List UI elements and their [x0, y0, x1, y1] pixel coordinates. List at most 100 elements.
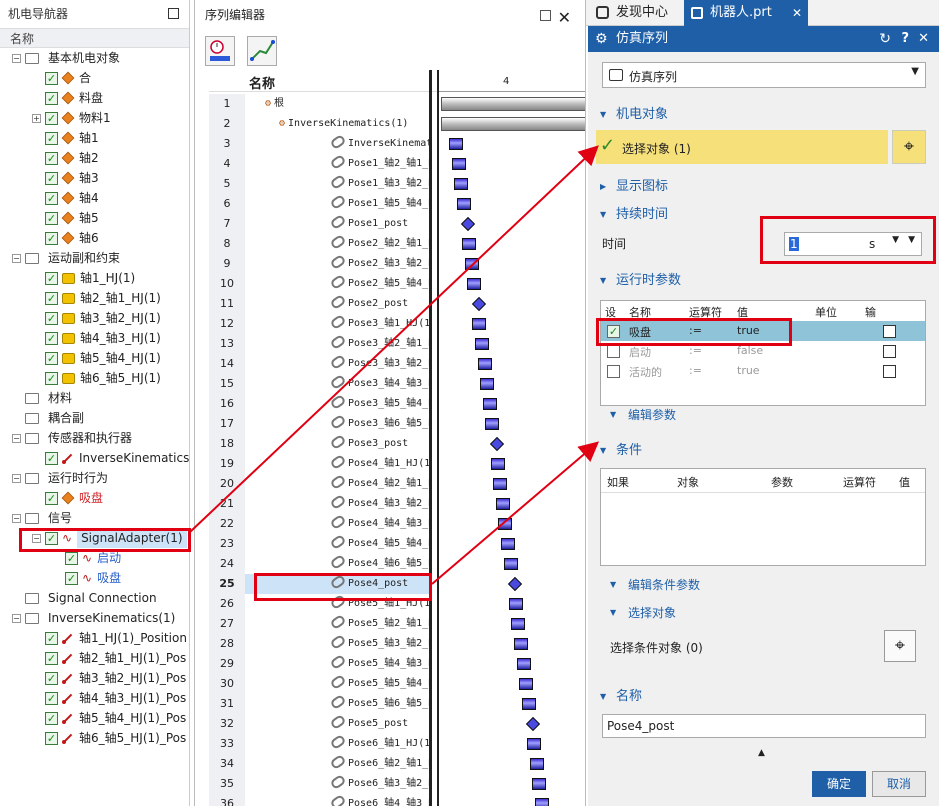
tree-item[interactable]: ✓ 轴2_轴1_HJ(1)_Pos	[0, 648, 189, 668]
tree-item[interactable]: + ✓ 物料1	[0, 108, 189, 128]
sequence-row[interactable]: Pose5_轴6_轴5_HJ(1)	[245, 694, 429, 714]
curve-view-button[interactable]	[247, 36, 277, 66]
checkbox[interactable]: ✓	[45, 651, 58, 665]
sequence-row[interactable]: Pose2_轴3_轴2_HJ(1)	[245, 254, 429, 274]
checkbox[interactable]: ✓	[45, 151, 58, 165]
sequence-row[interactable]: Pose2_轴2_轴1_HJ(1)	[245, 234, 429, 254]
checkbox[interactable]: ✓	[45, 271, 58, 285]
param-checkbox[interactable]	[607, 365, 620, 378]
sequence-row[interactable]: Pose3_轴4_轴3_HJ(1)	[245, 374, 429, 394]
gantt-bar[interactable]	[503, 558, 518, 570]
collapse-up-icon[interactable]: ▲	[758, 748, 765, 758]
sequence-row[interactable]: Pose6_轴4_轴3_HJ(1)	[245, 794, 429, 806]
gantt-bar[interactable]	[480, 378, 495, 390]
edit-cond-params-row[interactable]: ▼ 编辑条件参数	[602, 574, 924, 596]
gantt-group-bar[interactable]	[441, 97, 585, 111]
tree-item[interactable]: 耦合副	[0, 408, 189, 428]
sequence-row[interactable]: Pose5_轴2_轴1_HJ(1)	[245, 614, 429, 634]
gantt-bar[interactable]	[464, 258, 479, 270]
tree-item[interactable]: ✓ 轴4	[0, 188, 189, 208]
maximize-icon[interactable]	[168, 8, 179, 19]
expand-icon[interactable]: −	[12, 53, 21, 63]
gantt-bar[interactable]	[490, 458, 505, 470]
gantt-bar[interactable]	[519, 678, 534, 690]
gantt-bar[interactable]	[529, 758, 544, 770]
checkbox[interactable]: ✓	[45, 451, 58, 465]
gantt-bar[interactable]	[532, 778, 547, 790]
checkbox[interactable]: ✓	[45, 711, 58, 725]
sequence-row[interactable]: Pose1_轴5_轴4_HJ(1)	[245, 194, 429, 214]
sequence-row[interactable]: Pose1_post	[245, 214, 429, 234]
sequence-row[interactable]: ⚙ 根	[245, 94, 429, 114]
crosshair-button[interactable]: ⌖	[884, 630, 916, 662]
expand-icon[interactable]: −	[12, 613, 21, 623]
checkbox[interactable]: ✓	[45, 131, 58, 145]
gantt-bar[interactable]	[454, 178, 469, 190]
checkbox[interactable]: ✓	[45, 731, 58, 745]
tree-item[interactable]: ✓ 合	[0, 68, 189, 88]
section-header[interactable]: 条件	[594, 440, 935, 462]
sequence-row[interactable]: Pose3_轴5_轴4_HJ(1)	[245, 394, 429, 414]
sequence-row[interactable]: Pose2_轴5_轴4_HJ(1)	[245, 274, 429, 294]
column-header[interactable]: 输	[865, 304, 876, 320]
param-row[interactable]: 活动的:= true	[601, 361, 925, 381]
tree-item[interactable]: − 信号	[0, 508, 189, 528]
checkbox[interactable]: ✓	[45, 211, 58, 225]
sequence-row[interactable]: Pose4_轴4_轴3_HJ(1)	[245, 514, 429, 534]
tree-item[interactable]: ✓ 轴5_轴4_HJ(1)_Pos	[0, 708, 189, 728]
select-object-subsection[interactable]: ▼ 选择对象	[602, 602, 924, 624]
gantt-bar[interactable]	[475, 338, 489, 350]
tree-item[interactable]: ✓ InverseKinematics	[0, 448, 189, 468]
tree-item[interactable]: ✓ 轴1_HJ(1)_Position	[0, 628, 189, 648]
column-header[interactable]: 运算符	[843, 474, 876, 490]
tree-item[interactable]: − 基本机电对象	[0, 48, 189, 68]
gantt-bar[interactable]	[493, 478, 508, 490]
output-checkbox[interactable]	[883, 365, 896, 378]
close-icon[interactable]: ✕	[558, 3, 571, 33]
name-input[interactable]: Pose4_post	[602, 714, 926, 738]
sequence-row[interactable]: Pose3_轴1_HJ(1)_Pos	[245, 314, 429, 334]
tree-item[interactable]: ✓ 轴5_轴4_HJ(1)	[0, 348, 189, 368]
reset-icon[interactable]: ↻	[879, 26, 891, 52]
sequence-row[interactable]: Pose5_轴3_轴2_HJ(1)	[245, 634, 429, 654]
tree-item[interactable]: ✓ 轴3	[0, 168, 189, 188]
gantt-bar[interactable]	[501, 538, 515, 550]
gantt-bar[interactable]	[508, 598, 523, 610]
gantt-bar[interactable]	[495, 498, 510, 510]
gantt-bar[interactable]	[467, 278, 482, 290]
checkbox[interactable]: ✓	[45, 691, 58, 705]
tree-item[interactable]: ✓ 吸盘	[0, 488, 189, 508]
checkbox[interactable]: ✓	[45, 71, 58, 85]
tree-item[interactable]: ✓ 轴6_轴5_HJ(1)_Pos	[0, 728, 189, 748]
expand-icon[interactable]: −	[12, 253, 21, 263]
checkbox[interactable]: ✓	[45, 111, 58, 125]
edit-params-row[interactable]: ▼ 编辑参数	[602, 404, 924, 426]
column-header[interactable]: 对象	[677, 474, 699, 490]
tree-item[interactable]: ✓ 轴4_轴3_HJ(1)	[0, 328, 189, 348]
checkbox[interactable]: ✓	[45, 371, 58, 385]
sequence-row[interactable]: Pose5_轴5_轴4_HJ(1)	[245, 674, 429, 694]
close-tab-icon[interactable]: ✕	[792, 0, 802, 26]
gantt-bar[interactable]	[498, 518, 513, 530]
sequence-row[interactable]: Pose4_轴1_HJ(1)_Pos	[245, 454, 429, 474]
gantt-bar[interactable]	[456, 198, 471, 210]
section-header[interactable]: 机电对象	[594, 104, 935, 126]
tree-item[interactable]: ✓ 轴6	[0, 228, 189, 248]
checkbox[interactable]: ✓	[45, 631, 58, 645]
checkbox[interactable]: ✓	[45, 171, 58, 185]
checkbox[interactable]: ✓	[45, 491, 58, 505]
tree-item[interactable]: − 传感器和执行器	[0, 428, 189, 448]
tree-item[interactable]: ✓ 轴4_轴3_HJ(1)_Pos	[0, 688, 189, 708]
tab-discovery-center[interactable]: 发现中心	[590, 0, 686, 26]
checkbox[interactable]: ✓	[45, 191, 58, 205]
tree-item[interactable]: ✓ 轴2_轴1_HJ(1)	[0, 288, 189, 308]
checkbox[interactable]: ✓	[45, 351, 58, 365]
gantt-bar[interactable]	[521, 698, 536, 710]
select-object-row[interactable]: ✓ 选择对象 (1)	[596, 130, 888, 164]
sequence-row[interactable]: Pose2_post	[245, 294, 429, 314]
gantt-event-marker[interactable]	[508, 576, 523, 592]
tree-item[interactable]: ✓ ∿ 吸盘	[0, 568, 189, 588]
checkbox[interactable]: ✓	[65, 551, 78, 565]
gantt-event-marker[interactable]	[471, 296, 486, 312]
expand-icon[interactable]: −	[12, 433, 21, 443]
